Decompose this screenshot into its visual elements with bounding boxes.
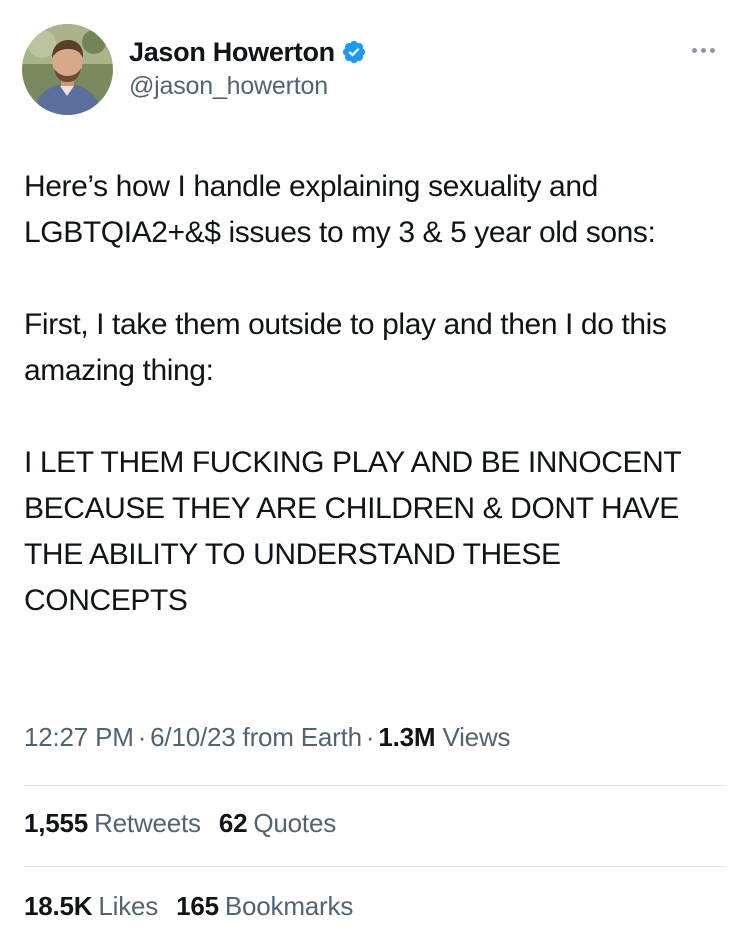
likes-count: 18.5K bbox=[24, 891, 93, 921]
engagement-row-1: 1,555 Retweets 62 Quotes bbox=[24, 808, 354, 839]
tweet-card: Jason Howerton @jason_howerton Here’s ho… bbox=[0, 0, 750, 948]
bookmarks-stat[interactable]: 165 Bookmarks bbox=[176, 891, 353, 922]
verified-badge-icon bbox=[341, 39, 367, 65]
tweet-paragraph: Here’s how I handle explaining sexuality… bbox=[24, 170, 656, 249]
tweet-time: 12:27 PM bbox=[24, 722, 134, 752]
likes-stat[interactable]: 18.5K Likes bbox=[24, 891, 158, 922]
quotes-label: Quotes bbox=[253, 808, 337, 838]
meta-separator: · bbox=[365, 722, 375, 752]
tweet-meta: 12:27 PM · 6/10/23 from Earth · 1.3M Views bbox=[24, 722, 511, 753]
tweet-date: 6/10/23 bbox=[150, 722, 236, 752]
retweets-label: Retweets bbox=[94, 808, 201, 838]
more-options-icon[interactable] bbox=[686, 38, 720, 62]
likes-label: Likes bbox=[98, 891, 159, 921]
avatar-photo bbox=[22, 24, 113, 115]
author-names: Jason Howerton @jason_howerton bbox=[129, 36, 367, 101]
bookmarks-label: Bookmarks bbox=[224, 891, 354, 921]
views-count: 1.3M bbox=[378, 722, 436, 752]
bookmarks-count: 165 bbox=[176, 891, 219, 921]
tweet-header: Jason Howerton @jason_howerton bbox=[22, 24, 728, 116]
views-link[interactable]: 1.3M Views bbox=[378, 722, 510, 752]
quotes-stat[interactable]: 62 Quotes bbox=[219, 808, 336, 839]
author-display-name[interactable]: Jason Howerton bbox=[129, 37, 335, 68]
tweet-timestamp[interactable]: 12:27 PM · 6/10/23 bbox=[24, 722, 236, 752]
tweet-paragraph: I LET THEM FUCKING PLAY AND BE INNOCENT … bbox=[24, 446, 681, 617]
tweet-source: from Earth bbox=[242, 722, 363, 752]
display-name-row: Jason Howerton bbox=[129, 36, 367, 68]
author-handle[interactable]: @jason_howerton bbox=[129, 72, 367, 101]
views-label: Views bbox=[442, 722, 511, 752]
meta-separator: · bbox=[137, 722, 147, 752]
engagement-row-2: 18.5K Likes 165 Bookmarks bbox=[24, 891, 371, 922]
tweet-text: Here’s how I handle explaining sexuality… bbox=[24, 164, 724, 624]
tweet-paragraph: First, I take them outside to play and t… bbox=[24, 308, 667, 387]
avatar[interactable] bbox=[22, 24, 113, 115]
divider bbox=[24, 785, 726, 786]
retweets-count: 1,555 bbox=[24, 808, 89, 838]
quotes-count: 62 bbox=[218, 808, 248, 838]
divider bbox=[24, 866, 726, 867]
retweets-stat[interactable]: 1,555 Retweets bbox=[24, 808, 201, 839]
